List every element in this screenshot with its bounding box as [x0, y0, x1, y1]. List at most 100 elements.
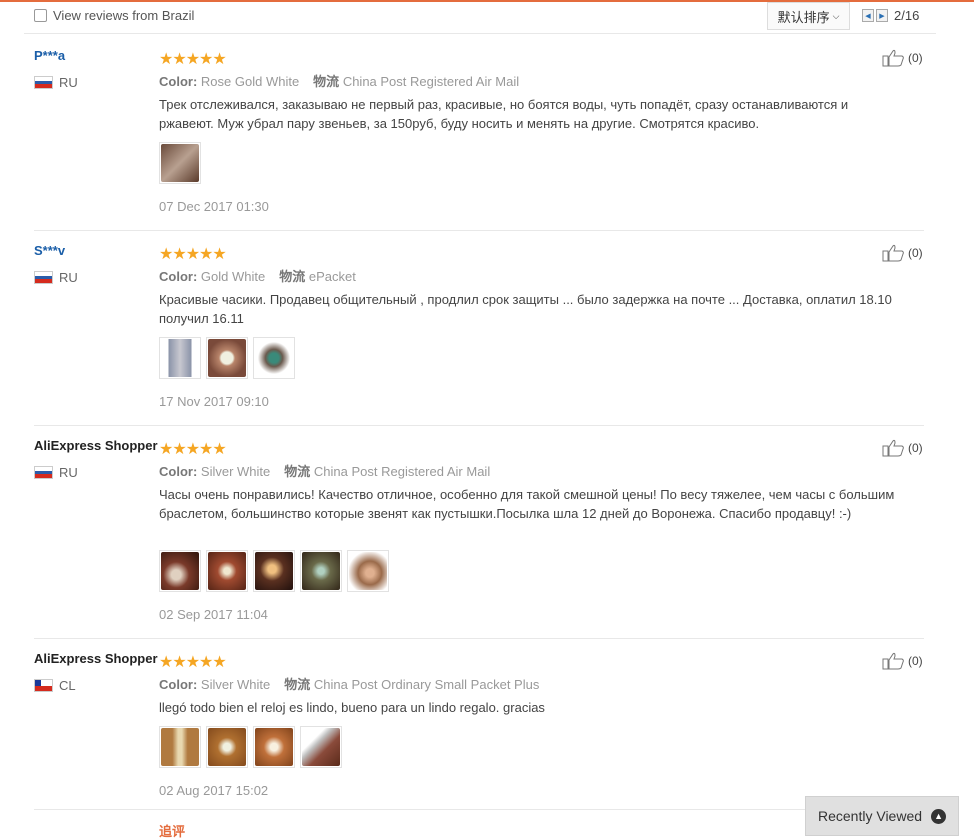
review-meta: Color: Gold White 物流 ePacket	[159, 266, 356, 285]
color-value: Gold White	[200, 269, 266, 284]
review-text: Часы очень понравились! Качество отлично…	[159, 487, 895, 521]
color-value: Rose Gold White	[200, 74, 300, 89]
review-photo-thumbnail[interactable]	[300, 726, 342, 768]
review-photo-thumbnail[interactable]	[159, 142, 201, 184]
review-date: 07 Dec 2017 01:30	[159, 199, 269, 214]
review-photos	[159, 142, 206, 184]
helpful-button[interactable]: (0)	[882, 439, 923, 457]
review-photo-thumbnail[interactable]	[206, 337, 248, 379]
helpful-button[interactable]: (0)	[882, 49, 923, 67]
star-rating: ★★★★★	[159, 654, 227, 671]
review-text: llegó todo bien el reloj es lindo, bueno…	[159, 700, 545, 715]
chile-flag-icon	[34, 679, 53, 692]
star-rating: ★★★★★	[159, 246, 227, 263]
photo-image	[255, 728, 293, 766]
review-photos	[159, 550, 394, 592]
brazil-filter-label[interactable]: View reviews from Brazil	[53, 8, 194, 23]
reviewer-name[interactable]: AliExpress Shopper	[34, 438, 158, 453]
review-meta: Color: Silver White 物流 China Post Registe…	[159, 461, 490, 480]
helpful-button[interactable]: (0)	[882, 244, 923, 262]
review-photo-thumbnail[interactable]	[347, 550, 389, 592]
photo-image	[208, 339, 246, 377]
review-item: S***v RU ★★★★★ Color: Gold White 物流 ePack…	[34, 231, 924, 426]
recently-viewed-label: Recently Viewed	[818, 808, 923, 824]
review-photo-thumbnail[interactable]	[253, 726, 295, 768]
helpful-button[interactable]: (0)	[882, 652, 923, 670]
shipping-label: 物流	[284, 464, 311, 479]
russia-flag-icon	[34, 271, 53, 284]
review-photos	[159, 337, 300, 379]
review-meta: Color: Silver White 物流 China Post Ordinar…	[159, 674, 539, 693]
photo-image	[302, 552, 340, 590]
review-photo-thumbnail[interactable]	[159, 337, 201, 379]
helpful-count: (0)	[908, 441, 923, 455]
photo-image	[349, 552, 387, 590]
star-rating: ★★★★★	[159, 441, 227, 458]
review-date: 02 Sep 2017 11:04	[159, 607, 268, 622]
review-meta: Color: Rose Gold White 物流 China Post Regi…	[159, 71, 519, 90]
reviewer-name[interactable]: AliExpress Shopper	[34, 651, 158, 666]
review-photo-thumbnail[interactable]	[159, 726, 201, 768]
reviewer-country: RU	[34, 75, 78, 90]
russia-flag-icon	[34, 76, 53, 89]
shipping-value: China Post Ordinary Small Packet Plus	[313, 677, 540, 692]
color-label: Color:	[159, 74, 198, 89]
photo-image	[161, 728, 199, 766]
photo-image	[161, 144, 199, 182]
shipping-value: ePacket	[308, 269, 356, 284]
photo-image	[161, 552, 199, 590]
sort-label: 默认排序	[777, 9, 830, 25]
review-item: AliExpress Shopper CL ★★★★★ Color: Silve…	[34, 639, 924, 810]
prev-page-icon[interactable]: ◀	[862, 9, 874, 22]
review-photo-thumbnail[interactable]	[253, 337, 295, 379]
shipping-label: 物流	[284, 677, 311, 692]
photo-image	[161, 339, 199, 377]
thumbs-up-icon	[882, 49, 904, 67]
review-date: 17 Nov 2017 09:10	[159, 394, 269, 409]
reviews-toolbar: View reviews from Brazil 默认排序 ⌵ ◀ ▶ 2/16	[24, 2, 936, 34]
reviewer-country: CL	[34, 678, 76, 693]
chevron-down-icon: ⌵	[832, 10, 840, 21]
review-photo-thumbnail[interactable]	[300, 550, 342, 592]
review-item: AliExpress Shopper RU ★★★★★ Color: Silve…	[34, 426, 924, 639]
color-value: Silver White	[200, 677, 271, 692]
brazil-filter-checkbox[interactable]	[34, 9, 47, 22]
shipping-value: China Post Registered Air Mail	[313, 464, 491, 479]
country-code: RU	[59, 465, 78, 480]
photo-image	[208, 552, 246, 590]
photo-image	[208, 728, 246, 766]
review-text: Трек отслеживался, заказываю не первый р…	[159, 97, 849, 131]
shipping-value: China Post Registered Air Mail	[342, 74, 520, 89]
reviewer-country: RU	[34, 465, 78, 480]
photo-image	[255, 339, 293, 377]
color-value: Silver White	[200, 464, 271, 479]
page-indicator: 2/16	[894, 8, 920, 23]
helpful-count: (0)	[908, 654, 923, 668]
helpful-count: (0)	[908, 246, 923, 260]
thumbs-up-icon	[882, 244, 904, 262]
color-label: Color:	[159, 464, 198, 479]
recently-viewed-button[interactable]: Recently Viewed ▲	[805, 796, 959, 836]
review-photo-thumbnail[interactable]	[159, 550, 201, 592]
country-code: RU	[59, 75, 78, 90]
review-photo-thumbnail[interactable]	[253, 550, 295, 592]
brazil-filter[interactable]: View reviews from Brazil	[34, 8, 194, 23]
reviewer-country: RU	[34, 270, 78, 285]
review-photo-thumbnail[interactable]	[206, 550, 248, 592]
chevron-up-icon: ▲	[931, 808, 947, 824]
next-page-icon[interactable]: ▶	[876, 9, 888, 22]
shipping-label: 物流	[313, 74, 340, 89]
photo-image	[302, 728, 340, 766]
star-rating: ★★★★★	[159, 51, 227, 68]
reviewer-name[interactable]: S***v	[34, 243, 65, 258]
color-label: Color:	[159, 269, 198, 284]
sort-dropdown[interactable]: 默认排序 ⌵	[767, 2, 850, 30]
review-date: 02 Aug 2017 15:02	[159, 783, 269, 798]
thumbs-up-icon	[882, 439, 904, 457]
review-text: Красивые часики. Продавец общительный , …	[159, 292, 892, 326]
thumbs-up-icon	[882, 652, 904, 670]
review-photo-thumbnail[interactable]	[206, 726, 248, 768]
reviewer-name[interactable]: P***a	[34, 48, 65, 63]
review-photos	[159, 726, 347, 768]
country-code: CL	[59, 678, 76, 693]
